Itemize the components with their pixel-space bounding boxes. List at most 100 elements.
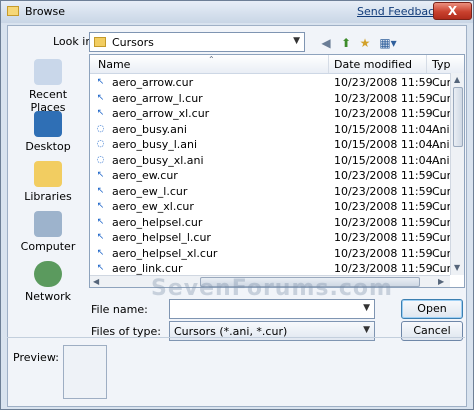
file-name: aero_link.cur	[112, 262, 183, 275]
animated-cursor-icon: ◌	[96, 154, 105, 165]
file-date: 10/23/2008 11:59 ...	[334, 169, 447, 182]
cursor-icon: ↖	[96, 216, 105, 227]
view-menu-icon[interactable]: ▦▾	[377, 34, 399, 52]
cursor-icon: ↖	[96, 263, 105, 273]
place-label: Libraries	[24, 190, 72, 203]
vertical-scroll-thumb[interactable]	[453, 87, 463, 147]
file-row[interactable]: ◌ aero_busy.ani 10/15/2008 11:04 ... Ani	[90, 122, 450, 137]
file-name: aero_busy_xl.ani	[112, 153, 204, 167]
file-row[interactable]: ↖ aero_ew_xl.cur 10/23/2008 11:59 ... Cur	[90, 199, 452, 214]
sort-arrow-icon: ⌃	[208, 55, 215, 64]
place-label: Network	[25, 290, 71, 303]
column-type[interactable]: Typ	[432, 58, 451, 71]
file-row[interactable]: ↖ aero_ew.cur 10/23/2008 11:59 ... Cur	[90, 168, 452, 183]
file-name: aero_helpsel_xl.cur	[112, 246, 218, 260]
animated-cursor-icon: ◌	[96, 123, 105, 134]
column-date[interactable]: Date modified	[334, 58, 412, 71]
place-network[interactable]: Network	[11, 261, 85, 303]
file-name: aero_ew.cur	[112, 169, 178, 182]
cursor-icon: ↖	[96, 232, 105, 242]
scroll-right-icon[interactable]: ▶	[438, 277, 444, 286]
file-name: aero_ew_xl.cur	[112, 200, 194, 213]
file-type: Cur	[432, 169, 452, 182]
lookin-combo[interactable]: Cursors ▼	[89, 32, 305, 52]
place-libraries[interactable]: Libraries	[11, 161, 85, 203]
filetype-select[interactable]: Cursors (*.ani, *.cur) ▼	[169, 321, 375, 341]
cancel-button[interactable]: Cancel	[401, 321, 463, 341]
network-icon	[34, 261, 62, 287]
place-recent-places[interactable]: Recent Places	[11, 59, 85, 114]
send-feedback-link[interactable]: Send Feedback	[357, 5, 441, 18]
file-type: Cur	[432, 246, 452, 260]
up-folder-icon[interactable]: ⬆	[337, 34, 355, 52]
close-button[interactable]: X	[433, 2, 472, 20]
folder-icon	[7, 6, 19, 16]
desktop-icon	[34, 111, 62, 137]
file-name: aero_helpsel.cur	[112, 215, 203, 229]
file-row[interactable]: ↖ aero_link.cur 10/23/2008 11:59 ... Cur	[90, 261, 452, 276]
divider	[7, 337, 465, 338]
place-computer[interactable]: Computer	[11, 211, 85, 253]
file-date: 10/23/2008 11:59 ...	[334, 215, 447, 229]
file-row[interactable]: ↖ aero_arrow_l.cur 10/23/2008 11:59 ... Cur	[90, 91, 451, 106]
file-type: Cur	[432, 107, 452, 120]
preview-label: Preview:	[13, 351, 59, 364]
file-row[interactable]: ↖ aero_ew_l.cur 10/23/2008 11:59 ... Cur	[90, 184, 452, 199]
watermark: SevenForums.com	[151, 276, 393, 301]
place-label: Computer	[20, 240, 76, 253]
chevron-down-icon: ▼	[293, 36, 300, 46]
cursor-icon: ↖	[96, 247, 105, 258]
file-date: 10/23/2008 11:59 ...	[334, 231, 447, 244]
filename-input[interactable]: ▼	[169, 299, 375, 319]
file-name: aero_busy_l.ani	[112, 138, 198, 151]
file-row[interactable]: ◌ aero_busy_l.ani 10/15/2008 11:04 ... Ani	[90, 137, 450, 152]
file-row[interactable]: ↖ aero_helpsel_xl.cur 10/23/2008 11:59 ...…	[90, 246, 452, 261]
file-date: 10/23/2008 11:59 ...	[334, 262, 447, 275]
file-date: 10/15/2008 11:04 ...	[334, 153, 447, 167]
file-date: 10/23/2008 11:59 ...	[334, 200, 447, 213]
browse-dialog: Browse Send Feedback X Look in: Cursors …	[0, 0, 474, 410]
cursor-icon: ↖	[96, 92, 105, 103]
chevron-down-icon[interactable]: ▼	[363, 325, 370, 335]
back-icon[interactable]: ◀	[317, 34, 335, 52]
file-date: 10/23/2008 11:59 ...	[334, 91, 447, 105]
title-bar[interactable]: Browse Send Feedback X	[1, 1, 473, 23]
scroll-left-icon[interactable]: ◀	[93, 277, 99, 286]
scroll-down-icon[interactable]: ▼	[454, 263, 460, 272]
file-name: aero_busy.ani	[112, 122, 187, 136]
file-type: Ani	[432, 153, 450, 167]
recent-places-icon	[34, 59, 62, 85]
lookin-value: Cursors	[112, 36, 154, 49]
file-type: Cur	[432, 184, 452, 198]
open-button[interactable]: Open	[401, 299, 463, 319]
chevron-down-icon[interactable]: ▼	[363, 303, 370, 313]
file-date: 10/15/2008 11:04 ...	[334, 138, 447, 151]
file-row[interactable]: ↖ aero_arrow_xl.cur 10/23/2008 11:59 ... Cu…	[90, 106, 452, 121]
file-name: aero_ew_l.cur	[112, 184, 188, 198]
new-folder-icon[interactable]: ★	[356, 34, 374, 52]
cursor-icon: ↖	[96, 185, 105, 196]
column-header: Name ⌃ Date modified Typ	[90, 55, 464, 74]
file-name: aero_helpsel_l.cur	[112, 231, 211, 244]
folder-icon	[94, 37, 106, 47]
file-type: Cur	[432, 200, 452, 213]
place-desktop[interactable]: Desktop	[11, 111, 85, 153]
file-type: Cur	[432, 231, 452, 244]
file-type: Ani	[432, 122, 450, 136]
file-row[interactable]: ◌ aero_busy_xl.ani 10/15/2008 11:04 ... Ani	[90, 153, 450, 168]
column-name[interactable]: Name	[98, 58, 130, 71]
file-type: Cur	[432, 262, 452, 275]
file-date: 10/23/2008 11:59 ...	[334, 107, 447, 120]
file-name: aero_arrow.cur	[112, 76, 194, 89]
file-row[interactable]: ↖ aero_helpsel_l.cur 10/23/2008 11:59 ... C…	[90, 230, 452, 245]
file-type: Cur	[432, 215, 452, 229]
vertical-scrollbar[interactable]: ▲ ▼	[450, 73, 464, 275]
scroll-up-icon[interactable]: ▲	[454, 75, 460, 84]
file-date: 10/23/2008 11:59 ...	[334, 246, 447, 260]
file-list[interactable]: Name ⌃ Date modified Typ ↖ aero_arrow.cur…	[89, 54, 465, 288]
file-row[interactable]: ↖ aero_arrow.cur 10/23/2008 11:59 ... Cur	[90, 75, 451, 90]
file-row[interactable]: ↖ aero_helpsel.cur 10/23/2008 11:59 ... Cur	[90, 215, 452, 230]
file-name: aero_arrow_xl.cur	[112, 107, 210, 120]
place-label: Desktop	[25, 140, 71, 153]
libraries-icon	[34, 161, 62, 187]
